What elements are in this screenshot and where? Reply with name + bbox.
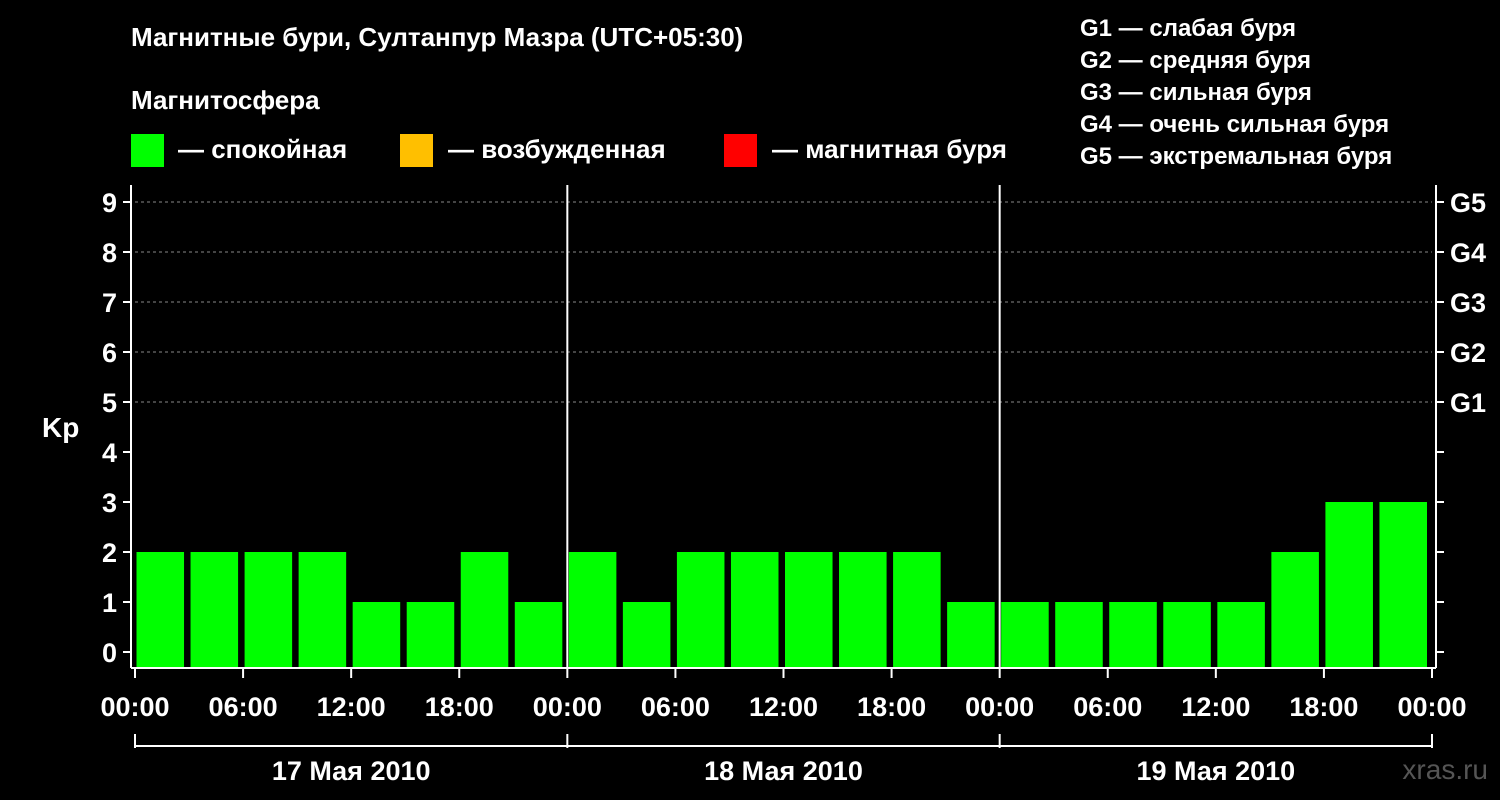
kp-bar — [1163, 602, 1211, 668]
x-tick-label: 18:00 — [425, 692, 494, 722]
kp-bar — [622, 602, 671, 668]
g-tick-label: G5 — [1450, 188, 1486, 218]
kp-bar — [352, 602, 401, 668]
kp-bar — [1379, 502, 1427, 668]
x-tick-label: 12:00 — [749, 692, 818, 722]
kp-bar — [136, 552, 185, 668]
kp-bar — [839, 552, 887, 668]
kp-bar — [1055, 602, 1103, 668]
day-label: 19 Мая 2010 — [1136, 756, 1295, 786]
g-tick-label: G1 — [1450, 388, 1486, 418]
g-tick-label: G2 — [1450, 338, 1486, 368]
kp-bar — [514, 602, 563, 668]
kp-bar — [893, 552, 941, 668]
y-tick-label: 8 — [102, 238, 117, 268]
kp-bar — [676, 552, 725, 668]
x-tick-label: 00:00 — [1397, 692, 1466, 722]
y-tick-label: 0 — [102, 638, 117, 668]
y-tick-label: 7 — [102, 288, 117, 318]
g-tick-label: G3 — [1450, 288, 1486, 318]
kp-bar — [298, 552, 347, 668]
kp-bar — [460, 552, 509, 668]
y-tick-label: 3 — [102, 488, 117, 518]
y-tick-label: 9 — [102, 188, 117, 218]
y-tick-label: 2 — [102, 538, 117, 568]
y-tick-label: 4 — [102, 438, 117, 468]
kp-bar — [785, 552, 833, 668]
kp-bar — [406, 602, 455, 668]
kp-bar — [730, 552, 779, 668]
x-tick-label: 12:00 — [1181, 692, 1250, 722]
g-tick-label: G4 — [1450, 238, 1486, 268]
x-tick-label: 12:00 — [317, 692, 386, 722]
day-label: 18 Мая 2010 — [704, 756, 863, 786]
y-tick-label: 1 — [102, 588, 117, 618]
kp-bar — [947, 602, 995, 668]
x-tick-label: 06:00 — [209, 692, 278, 722]
kp-bar-chart: 0 1 2 3 4 5 6 7 8 9 G1 G2 G3 G4 G5 00:00 06:00 12:00 18:00… — [100, 185, 1486, 786]
kp-bar — [1271, 552, 1319, 668]
x-tick-label: 00:00 — [533, 692, 602, 722]
kp-bar — [1109, 602, 1157, 668]
x-tick-label: 00:00 — [965, 692, 1034, 722]
kp-bar — [1001, 602, 1049, 668]
x-tick-label: 06:00 — [641, 692, 710, 722]
kp-bar — [244, 552, 293, 668]
day-label: 17 Мая 2010 — [272, 756, 431, 786]
kp-bar — [1217, 602, 1265, 668]
x-tick-label: 00:00 — [100, 692, 169, 722]
y-tick-label: 6 — [102, 338, 117, 368]
y-tick-label: 5 — [102, 388, 117, 418]
x-tick-label: 18:00 — [1289, 692, 1358, 722]
kp-bar — [1325, 502, 1373, 668]
kp-bar — [190, 552, 239, 668]
x-tick-label: 06:00 — [1073, 692, 1142, 722]
x-tick-label: 18:00 — [857, 692, 926, 722]
kp-bar — [568, 552, 617, 668]
